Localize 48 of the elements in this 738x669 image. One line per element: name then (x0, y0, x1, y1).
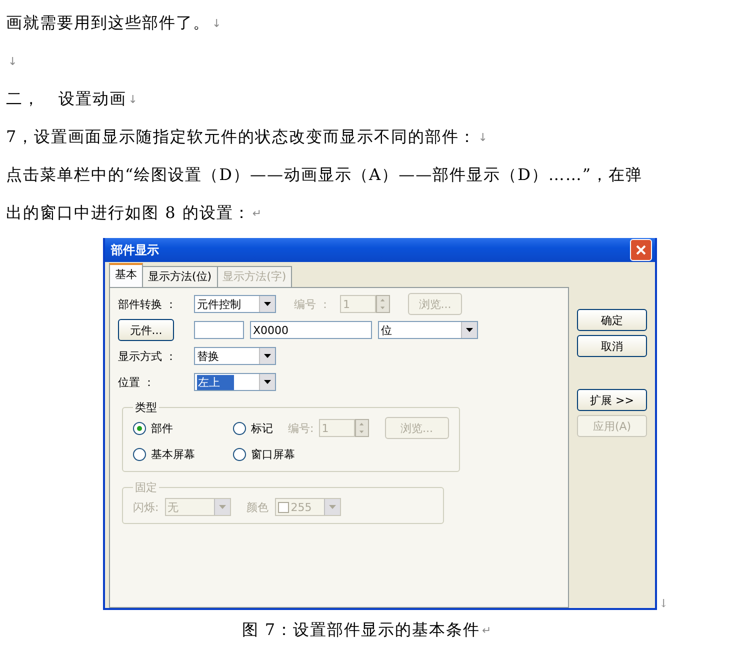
paragraph-mark: ↓ (212, 16, 222, 30)
window-title: 部件显示 (111, 242, 159, 258)
radio-button[interactable] (133, 422, 146, 434)
button[interactable]: 扩展 >> (577, 389, 647, 411)
caret-icon[interactable] (264, 380, 271, 384)
device-button[interactable]: 元件... (118, 319, 174, 341)
group-title: 类型 (134, 400, 158, 415)
paragraph-text: 点击菜单栏中的“绘图设置（D）——动画显示（A）——部件显示（D）……”，在弹 (6, 164, 643, 186)
radio-button[interactable] (233, 448, 246, 460)
paragraph-text: 画就需要用到这些部件了。 (6, 12, 210, 34)
field-label: 闪烁: (133, 500, 159, 514)
figure-caption: 图 7：设置部件显示的基本条件 (242, 620, 480, 641)
paragraph-mark: ↵ (252, 206, 262, 220)
radio-button[interactable] (133, 448, 146, 460)
paragraph-mark: ↓ (659, 597, 668, 610)
button[interactable]: 取消 (577, 335, 647, 357)
radio-button[interactable] (233, 422, 246, 434)
field-label: 编号: (288, 420, 314, 436)
dropdown-field[interactable]: 替换 (194, 347, 276, 365)
group-title: 固定 (134, 480, 158, 495)
caret-icon[interactable] (466, 328, 473, 332)
field-label: 位置 ： (118, 374, 156, 390)
field-label: 部件转换 ： (118, 296, 178, 312)
close-icon[interactable] (630, 239, 652, 261)
input-field[interactable] (194, 321, 244, 339)
paragraph-text: 二， 设置动画 (6, 88, 126, 110)
dropdown-field[interactable]: 元件控制 (194, 295, 276, 313)
caret-icon[interactable] (264, 302, 271, 306)
paragraph-mark: ↓ (128, 92, 138, 106)
field-label: 编号 ： (294, 296, 332, 312)
tab[interactable]: 基本 (109, 263, 143, 287)
device-field[interactable]: X0000 (250, 321, 372, 339)
radio-label: 窗口屏幕 (251, 446, 295, 462)
radio-label: 标记 (251, 420, 273, 436)
paragraph-text: 7，设置画面显示随指定软元件的状态改变而显示不同的部件： (6, 126, 476, 148)
paragraph-mark: ↵ (482, 624, 492, 637)
paragraph-mark: ↓ (478, 130, 488, 144)
radio-label: 基本屏幕 (151, 446, 195, 462)
field-label: 颜色 (246, 500, 269, 514)
paragraph-mark: ↓ (8, 54, 18, 68)
dropdown-field[interactable]: 左上 (194, 373, 276, 391)
field-label: 显示方式 ： (118, 348, 178, 364)
radio-label: 部件 (151, 420, 173, 436)
tab[interactable]: 显示方法(位) (142, 266, 218, 287)
caret-icon[interactable] (264, 354, 271, 358)
dropdown-field[interactable]: 位 (378, 321, 478, 339)
button[interactable]: 确定 (577, 309, 647, 331)
paragraph-text: 出的窗口中进行如图 8 的设置： (6, 202, 250, 224)
